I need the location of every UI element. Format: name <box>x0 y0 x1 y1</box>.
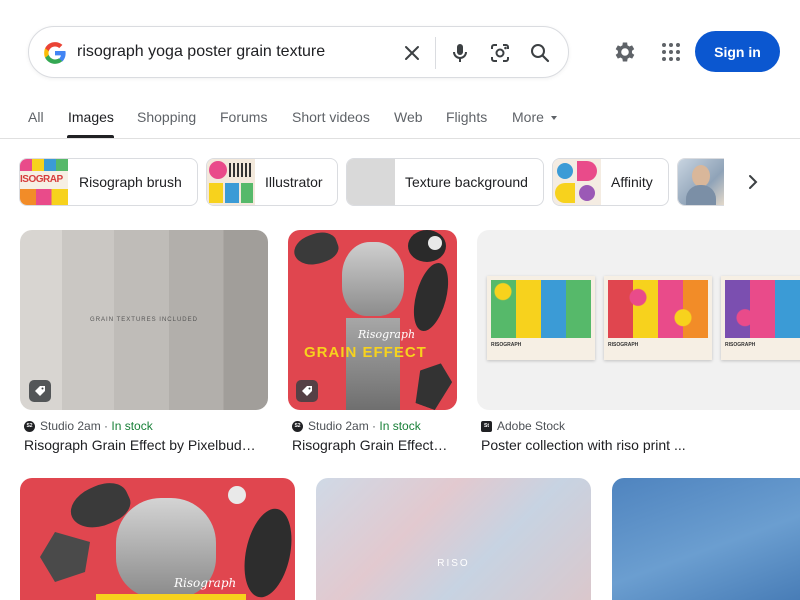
apps-grid-icon <box>662 43 680 61</box>
sign-in-button[interactable]: Sign in <box>695 31 780 72</box>
product-tag-badge <box>296 380 318 402</box>
camera-lens-icon <box>491 44 509 62</box>
crystal-shape <box>409 358 457 410</box>
source-separator: · <box>100 419 112 433</box>
chip-thumbnail <box>553 159 601 205</box>
chip-thumbnail <box>678 159 724 205</box>
image-caption: GRAIN TEXTURES INCLUDED <box>90 317 198 323</box>
source-separator: · <box>368 419 380 433</box>
poster-thumbnail: RISOGRAPH <box>721 276 800 360</box>
caret-down-icon <box>550 116 557 121</box>
image-caption: RISO <box>437 558 470 569</box>
result-source[interactable]: St Adobe Stock <box>481 419 565 433</box>
result-image-riso-texture[interactable]: RISO <box>316 478 591 600</box>
tab-forums[interactable]: Forums <box>220 109 267 125</box>
leaf-shape <box>407 259 455 335</box>
tag-icon <box>302 386 312 396</box>
chip-label: Affinity <box>611 174 653 190</box>
source-name: Adobe Stock <box>497 419 566 433</box>
chip-risograph-brush[interactable]: ISOGRAP Risograph brush <box>19 158 198 206</box>
search-box[interactable]: risograph yoga poster grain texture <box>28 26 569 78</box>
chip-thumbnail <box>207 159 255 205</box>
poster-label: RISOGRAPH <box>725 342 756 348</box>
settings-button[interactable] <box>612 39 638 65</box>
tab-flights[interactable]: Flights <box>446 109 487 125</box>
tag-icon <box>35 386 45 396</box>
chip-texture-background[interactable]: Texture background <box>346 158 544 206</box>
headline-fragment <box>96 594 246 600</box>
tab-shopping[interactable]: Shopping <box>137 109 196 125</box>
search-input[interactable]: risograph yoga poster grain texture <box>77 42 325 62</box>
chip-thumbnail <box>347 159 395 205</box>
clear-search-button[interactable] <box>399 40 425 66</box>
chip-label: Illustrator <box>265 174 323 190</box>
crystal-shape <box>40 532 90 582</box>
tab-short-videos[interactable]: Short videos <box>292 109 370 125</box>
poster-label: RISOGRAPH <box>491 342 522 348</box>
poster-thumbnail: RISOGRAPH <box>487 276 595 360</box>
chip-partial[interactable] <box>677 158 724 206</box>
chevron-right-icon <box>749 175 758 189</box>
result-title[interactable]: Risograph Grain Effect by Pixelbud… <box>24 437 256 453</box>
butterfly-shape <box>290 230 342 271</box>
tab-images[interactable]: Images <box>68 109 114 125</box>
voice-search-button[interactable] <box>447 40 473 66</box>
sphere-shape <box>228 486 246 504</box>
statue-head <box>342 242 404 316</box>
image-headline: GRAIN EFFECT <box>304 344 427 361</box>
chip-thumbnail: ISOGRAP <box>20 159 68 205</box>
source-name: Studio 2am <box>308 419 369 433</box>
image-script-text: Risograph <box>358 328 416 341</box>
result-image-riso-posters[interactable]: RISOGRAPH RISOGRAPH RISOGRAPH <box>477 230 800 410</box>
search-tabs: All Images Shopping Forums Short videos … <box>0 106 800 139</box>
tab-all[interactable]: All <box>28 109 44 125</box>
tab-more-label: More <box>512 109 544 125</box>
google-apps-button[interactable] <box>659 40 683 64</box>
image-script-text: Risograph <box>174 576 237 590</box>
studio-2am-favicon: S2 <box>292 420 303 432</box>
adobe-stock-favicon: St <box>481 420 492 432</box>
tab-web[interactable]: Web <box>394 109 423 125</box>
result-source[interactable]: S2 Studio 2am · In stock <box>24 419 153 433</box>
chip-affinity[interactable]: Affinity <box>552 158 669 206</box>
google-logo-icon[interactable] <box>42 40 68 66</box>
search-divider <box>435 37 436 69</box>
source-name: Studio 2am <box>40 419 101 433</box>
poster-label: RISOGRAPH <box>608 342 639 348</box>
active-tab-indicator <box>67 135 114 138</box>
result-image-grain-effect[interactable]: Risograph GRAIN EFFECT <box>288 230 457 410</box>
poster-thumbnail: RISOGRAPH <box>604 276 712 360</box>
leaf-shape <box>237 504 295 600</box>
chip-illustrator[interactable]: Illustrator <box>206 158 338 206</box>
chip-label: Texture background <box>405 174 528 190</box>
chip-thumb-text: ISOGRAP <box>20 174 63 185</box>
stock-status: In stock <box>379 419 421 433</box>
gear-icon <box>615 42 635 62</box>
result-image-blue-grain[interactable] <box>612 478 800 600</box>
close-icon <box>405 46 419 60</box>
microphone-icon <box>453 44 467 62</box>
chip-label: Risograph brush <box>79 174 182 190</box>
result-source[interactable]: S2 Studio 2am · In stock <box>292 419 421 433</box>
tab-more[interactable]: More <box>512 109 557 125</box>
search-button[interactable] <box>527 40 553 66</box>
search-icon <box>531 44 550 63</box>
stock-status: In stock <box>111 419 153 433</box>
image-search-button[interactable] <box>487 40 513 66</box>
result-title[interactable]: Risograph Grain Effect… <box>292 437 447 453</box>
result-image-grain-textures[interactable]: GRAIN TEXTURES INCLUDED <box>20 230 268 410</box>
sphere-shape <box>428 236 442 250</box>
product-tag-badge <box>29 380 51 402</box>
result-image-grain-effect-large[interactable]: Risograph <box>20 478 295 600</box>
chips-next-button[interactable] <box>741 170 765 194</box>
studio-2am-favicon: S2 <box>24 420 35 432</box>
result-title[interactable]: Poster collection with riso print ... <box>481 437 686 453</box>
